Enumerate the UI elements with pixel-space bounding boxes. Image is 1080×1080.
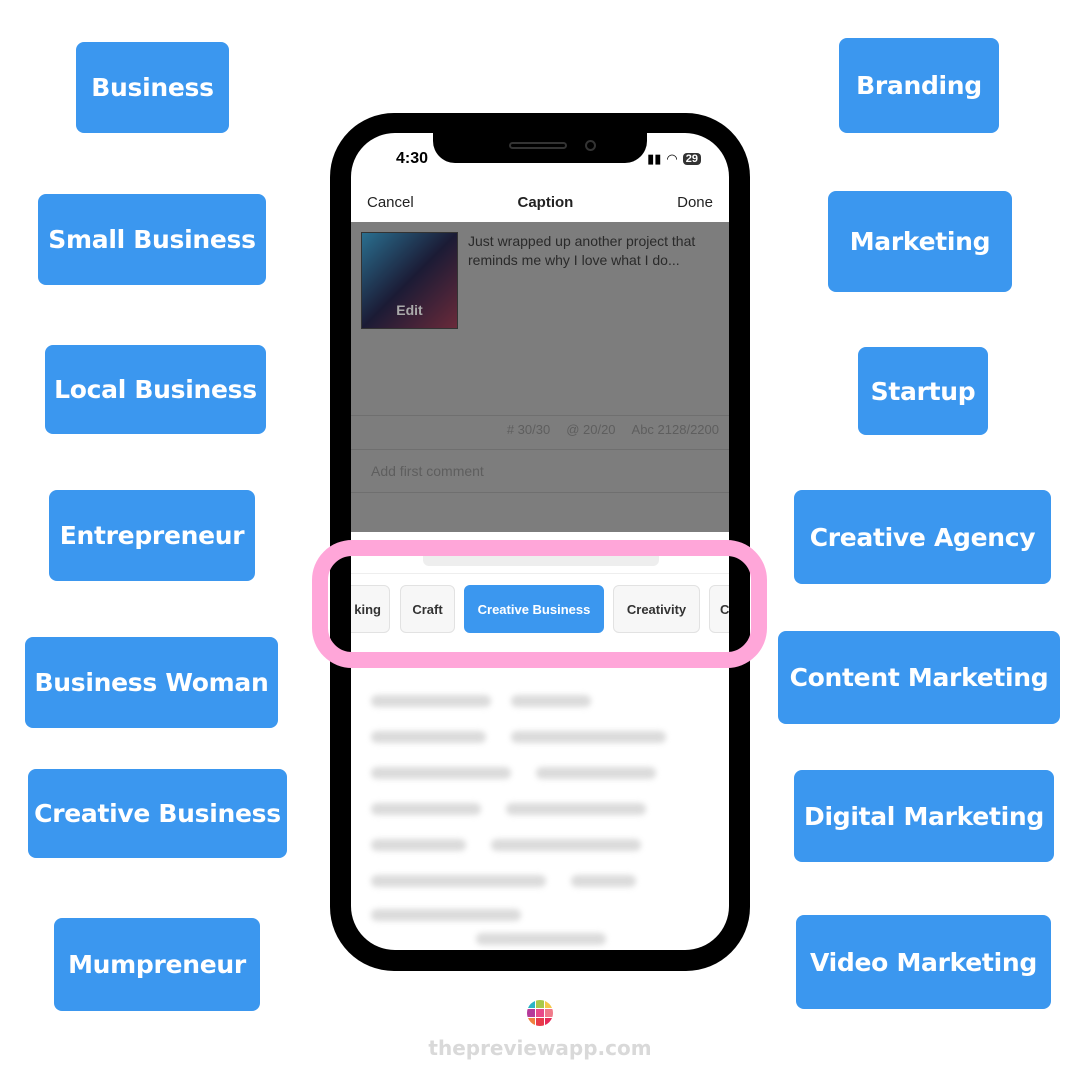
blurred-hashtag <box>506 803 646 815</box>
speaker <box>509 142 567 149</box>
tag-content-marketing: Content Marketing <box>778 631 1060 724</box>
dimmed-editor: Edit Just wrapped up another project tha… <box>351 222 729 532</box>
blurred-hashtag <box>536 767 656 779</box>
caption-text[interactable]: Just wrapped up another project that rem… <box>468 232 713 270</box>
post-thumbnail[interactable]: Edit <box>361 232 458 329</box>
website-url: thepreviewapp.com <box>428 1036 652 1060</box>
blurred-hashtag <box>371 767 511 779</box>
blurred-hashtag <box>511 731 666 743</box>
tag-small-business: Small Business <box>38 194 266 285</box>
tag-creative-business: Creative Business <box>28 769 287 858</box>
page-title: Caption <box>517 193 574 211</box>
battery-icon: 29 <box>682 153 701 165</box>
hashtag-count: # 30/30 <box>506 422 551 437</box>
tag-creative-agency: Creative Agency <box>794 490 1051 584</box>
status-icons: ▮▮ ◠ 29 <box>647 151 701 167</box>
blurred-hashtag <box>476 933 606 945</box>
mention-count: @ 20/20 <box>566 422 616 437</box>
blurred-hashtag <box>371 909 521 921</box>
tag-mumpreneur: Mumpreneur <box>54 918 260 1011</box>
app-logo <box>527 1000 553 1026</box>
tag-marketing: Marketing <box>828 191 1012 292</box>
blurred-hashtag <box>371 731 486 743</box>
blurred-hashtag <box>491 839 641 851</box>
status-time: 4:30 <box>396 150 429 167</box>
tag-video-marketing: Video Marketing <box>796 915 1051 1009</box>
blurred-hashtag <box>371 695 491 707</box>
character-count: Abc 2128/2200 <box>631 422 719 437</box>
tag-business-woman: Business Woman <box>25 637 278 728</box>
tag-business: Business <box>76 42 229 133</box>
signal-icon: ▮▮ <box>647 151 662 166</box>
tag-entrepreneur: Entrepreneur <box>49 490 255 581</box>
blurred-hashtag <box>371 875 546 887</box>
wifi-icon: ◠ <box>666 151 678 166</box>
camera <box>585 140 596 151</box>
notch <box>433 133 647 163</box>
cancel-button[interactable]: Cancel <box>367 194 414 211</box>
highlight-box <box>312 540 767 668</box>
counters: # 30/30 @ 20/20 Abc 2128/2200 <box>351 415 729 449</box>
nav-bar: Cancel Caption Done <box>351 181 729 223</box>
tag-branding: Branding <box>839 38 999 133</box>
blurred-hashtag <box>571 875 636 887</box>
blurred-hashtag <box>371 803 481 815</box>
blurred-hashtag <box>371 839 466 851</box>
blurred-hashtag <box>511 695 591 707</box>
done-button[interactable]: Done <box>677 194 713 211</box>
edit-label: Edit <box>396 302 423 318</box>
tag-local-business: Local Business <box>45 345 266 434</box>
tag-digital-marketing: Digital Marketing <box>794 770 1054 862</box>
first-comment-input[interactable]: Add first comment <box>351 449 729 493</box>
tag-startup: Startup <box>858 347 988 435</box>
